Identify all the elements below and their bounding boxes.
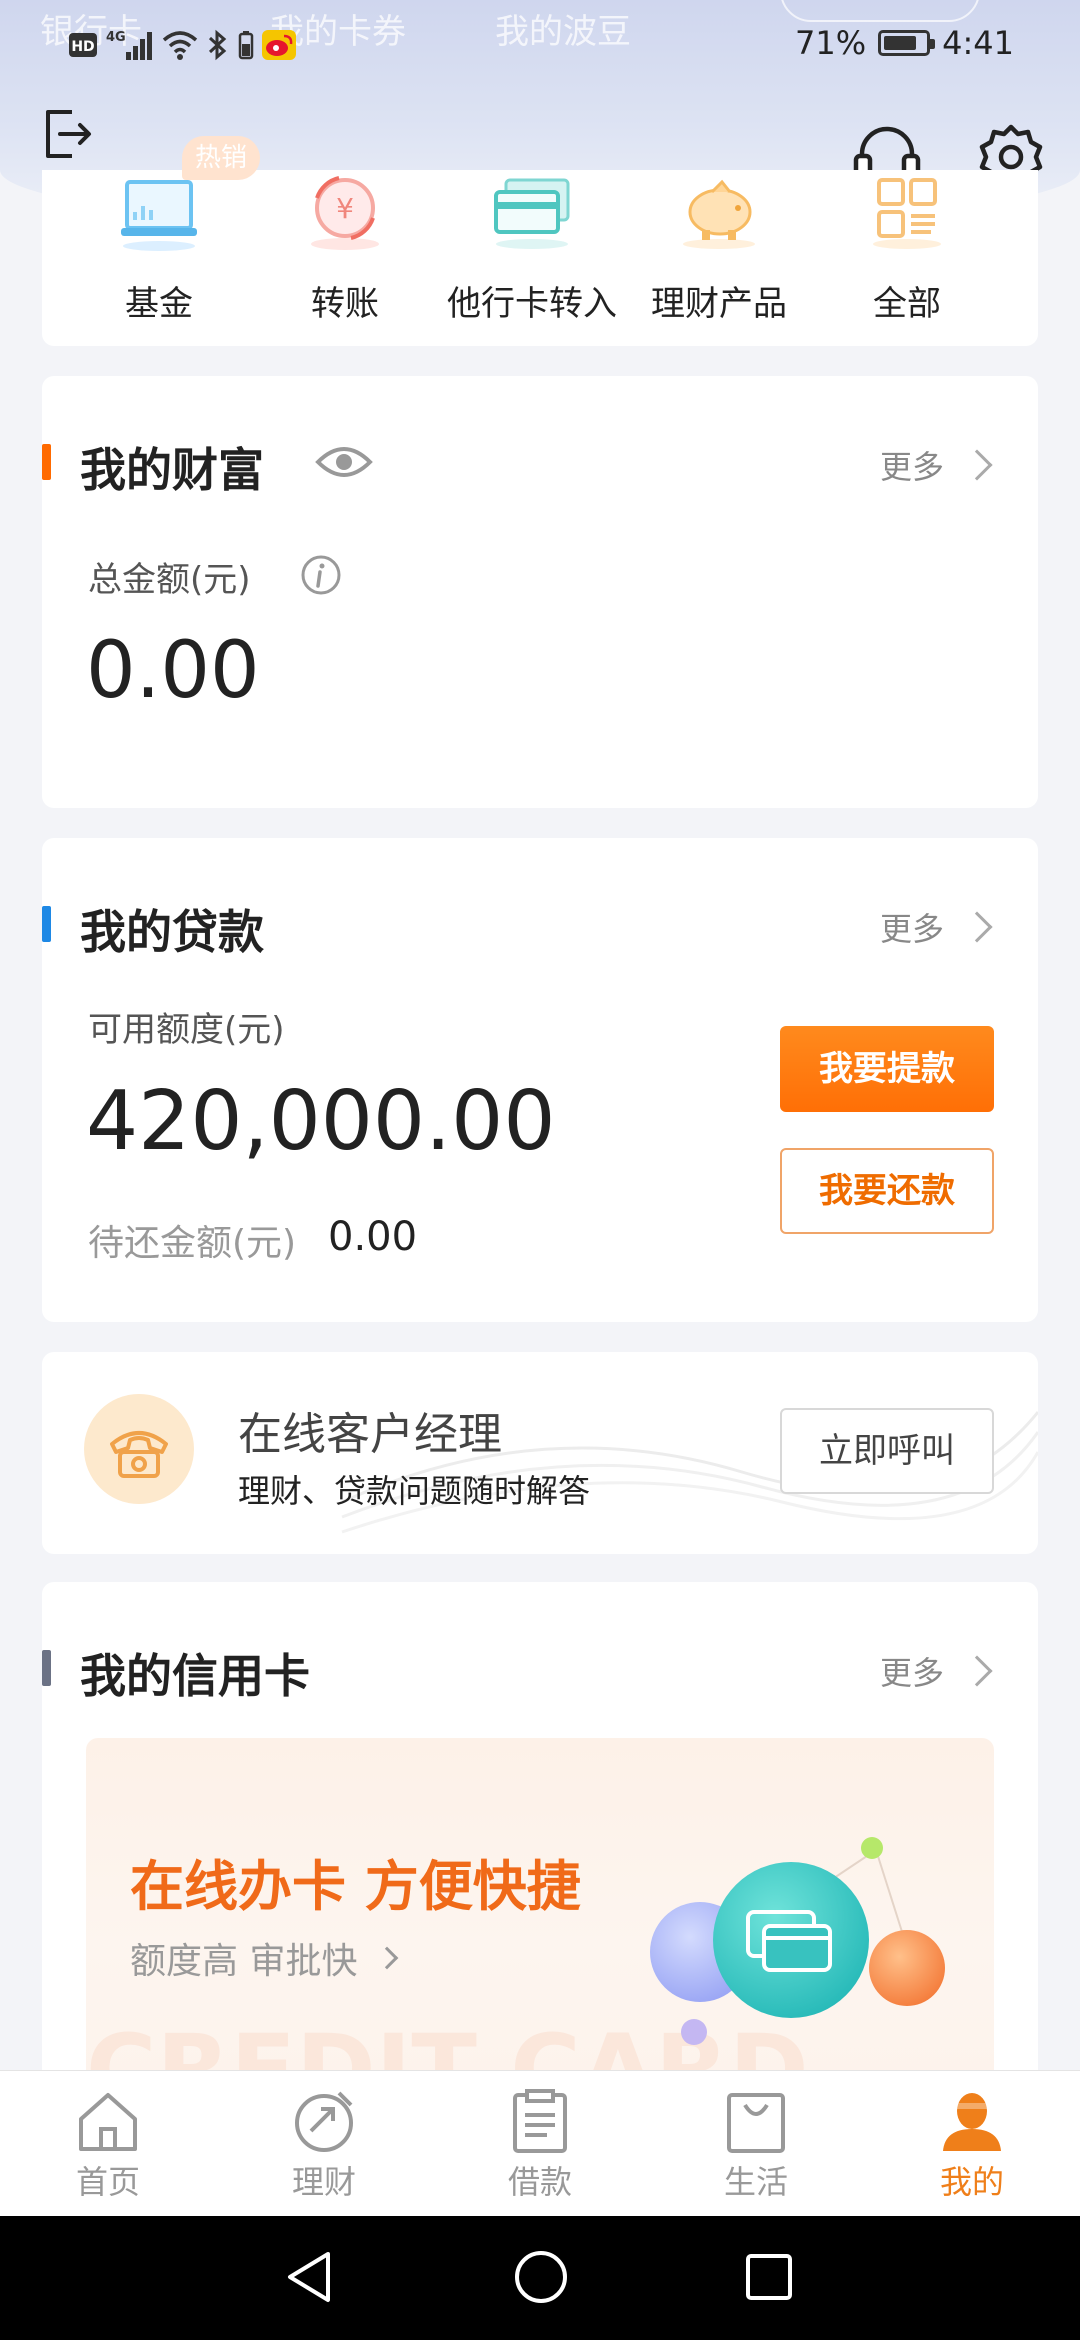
home-icon (79, 2093, 137, 2151)
wealth-title: 我的财富 (80, 443, 264, 497)
info-icon[interactable] (300, 554, 342, 596)
bluetooth-icon (208, 29, 227, 61)
back-icon[interactable] (284, 2248, 334, 2306)
more-label: 更多 (879, 1654, 944, 1692)
quick-action-label: 基金 (125, 284, 193, 324)
loan-card: 我的贷款 更多 可用额度(元) 420,000.00 待还金额(元) 0.00 … (42, 838, 1038, 1322)
loan-title: 我的贷款 (80, 905, 264, 959)
phone-icon (84, 1394, 194, 1504)
tab-label: 我的 (939, 2163, 1004, 2201)
credit-promo-banner[interactable]: CREDIT CARD 在线办卡 方便快捷 额度高 审批快 (86, 1738, 994, 2082)
recents-icon[interactable] (744, 2248, 794, 2306)
chevron-right-icon (376, 1946, 399, 1970)
quick-action-label: 全部 (873, 284, 941, 324)
manager-subtitle: 理财、贷款问题随时解答 (238, 1472, 591, 1510)
system-navigation-bar (0, 2216, 1080, 2340)
section-accent-bar (42, 444, 51, 480)
credit-more-link[interactable]: 更多 (879, 1648, 993, 1694)
tab-loan[interactable]: 借款 (432, 2071, 648, 2217)
home-circle-icon[interactable] (512, 2248, 570, 2306)
tab-label: 理财 (291, 2163, 356, 2201)
svg-text:4G: 4G (106, 30, 126, 45)
more-label: 更多 (879, 448, 944, 486)
status-icons: HD 4G (68, 28, 296, 62)
withdraw-button[interactable]: 我要提款 (780, 1026, 994, 1112)
bottom-tab-bar: 首页 理财 借款 生活 我的 (0, 2070, 1080, 2216)
signal-icon: 4G (106, 30, 152, 60)
quick-action-label: 他行卡转入 (447, 284, 617, 324)
wifi-icon (162, 31, 198, 60)
total-amount-label: 总金额(元) (88, 560, 251, 600)
tab-home[interactable]: 首页 (0, 2071, 216, 2217)
promo-subtitle: 额度高 审批快 (130, 1941, 358, 1982)
battery-small-icon (238, 31, 254, 60)
status-bar: HD 4G 71% 4:41 (0, 18, 1080, 74)
pending-repayment-value: 0.00 (328, 1214, 418, 1260)
repay-button[interactable]: 我要还款 (780, 1148, 994, 1234)
wealth-icon (295, 2091, 353, 2152)
svg-text:HD: HD (71, 39, 94, 55)
loan-more-link[interactable]: 更多 (879, 904, 993, 950)
call-now-button[interactable]: 立即呼叫 (780, 1408, 994, 1494)
credit-card-illustration (650, 1837, 945, 2045)
chevron-right-icon (961, 1655, 993, 1687)
credit-title: 我的信用卡 (80, 1649, 310, 1703)
pending-repayment-label: 待还金额(元) (88, 1223, 297, 1264)
tab-label: 借款 (507, 2163, 572, 2201)
svg-text:¥: ¥ (336, 192, 354, 225)
clock: 4:41 (942, 24, 1014, 62)
quick-action-label: 转账 (311, 284, 379, 324)
profile-icon (943, 2093, 1001, 2151)
eye-icon[interactable] (314, 442, 374, 482)
logout-icon[interactable] (42, 106, 94, 162)
promo-subtitle-row: 额度高 审批快 (130, 1932, 399, 1984)
shopping-bag-icon (727, 2093, 785, 2153)
transfer-icon: ¥ (311, 176, 379, 250)
wealth-card: 我的财富 更多 总金额(元) 0.00 (42, 376, 1038, 808)
section-accent-bar (42, 1650, 51, 1686)
promo-title: 在线办卡 方便快捷 (130, 1855, 581, 1918)
battery-icon (878, 30, 936, 56)
credit-card-section: 我的信用卡 更多 CREDIT CARD 在线办卡 方便快捷 额度高 审批快 (42, 1582, 1038, 2082)
available-credit-value: 420,000.00 (86, 1074, 556, 1169)
online-manager-card: 在线客户经理 理财、贷款问题随时解答 立即呼叫 (42, 1352, 1038, 1554)
battery-percent: 71% (795, 24, 867, 62)
loan-icon (513, 2089, 567, 2153)
more-label: 更多 (879, 910, 944, 948)
status-right: 71% 4:41 (795, 24, 1014, 62)
manager-title: 在线客户经理 (238, 1409, 502, 1460)
tab-me[interactable]: 我的 (864, 2071, 1080, 2217)
quick-actions-card: 基金 ¥ 转账 他行卡转入 理财产品 全部 (42, 170, 1038, 346)
chevron-right-icon (961, 449, 993, 481)
tab-life[interactable]: 生活 (648, 2071, 864, 2217)
card-transfer-icon (494, 178, 570, 249)
tab-label: 首页 (75, 2163, 140, 2201)
wealth-more-link[interactable]: 更多 (879, 442, 993, 488)
hot-badge: 热销 (182, 136, 260, 180)
tab-wealth[interactable]: 理财 (216, 2071, 432, 2217)
weibo-icon (262, 30, 296, 60)
quick-action-label: 理财产品 (651, 284, 787, 324)
tab-label: 生活 (723, 2163, 788, 2201)
grid-icon (873, 178, 941, 249)
chevron-right-icon (961, 911, 993, 943)
section-accent-bar (42, 906, 51, 942)
fund-icon (121, 180, 197, 251)
piggy-bank-icon (683, 179, 755, 249)
total-amount-value: 0.00 (86, 626, 260, 716)
hd-badge-icon: HD (69, 33, 97, 57)
available-credit-label: 可用额度(元) (88, 1010, 285, 1050)
